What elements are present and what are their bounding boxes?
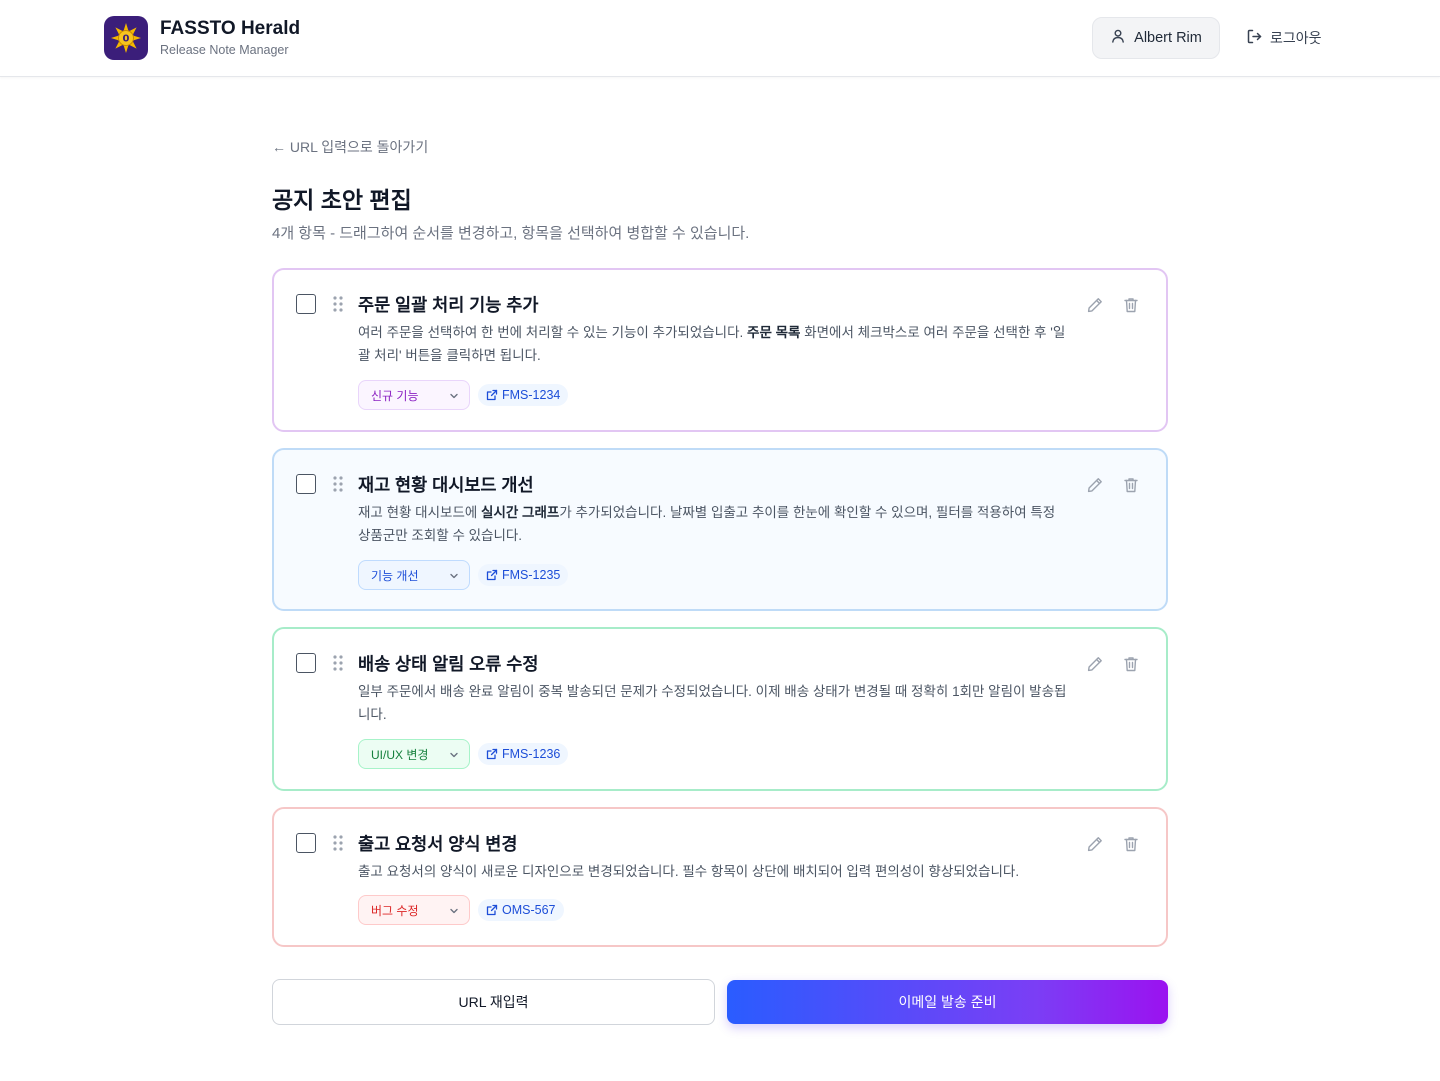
release-note-card[interactable]: 배송 상태 알림 오류 수정일부 주문에서 배송 완료 알림이 중복 발송되던 … [272, 627, 1168, 791]
external-link-icon [486, 904, 498, 916]
category-select[interactable]: 기능 개선 [358, 560, 470, 590]
trash-icon [1122, 655, 1140, 678]
external-link-icon [486, 389, 498, 401]
chevron-down-icon [448, 390, 460, 405]
reenter-url-button[interactable]: URL 재입력 [272, 979, 715, 1025]
category-select[interactable]: 버그 수정 [358, 895, 470, 925]
edit-item-button[interactable] [1084, 296, 1106, 318]
page-title: 공지 초안 편집 [272, 187, 412, 213]
item-body-text: 재고 현황 대시보드에 [358, 505, 482, 520]
category-select[interactable]: UI/UX 변경 [358, 739, 470, 769]
item-select-checkbox[interactable] [296, 653, 316, 673]
drag-handle-icon[interactable] [332, 654, 344, 672]
back-to-url-input-link[interactable]: ← URL 입력으로 돌아가기 [272, 137, 428, 157]
user-profile-button[interactable]: Albert Rim [1092, 17, 1220, 59]
item-select-checkbox[interactable] [296, 294, 316, 314]
item-select-checkbox[interactable] [296, 474, 316, 494]
item-title[interactable]: 출고 요청서 양식 변경 [358, 831, 518, 856]
pencil-icon [1086, 296, 1104, 319]
item-body-text: 여러 주문을 선택하여 한 번에 처리할 수 있는 기능이 추가되었습니다. [358, 325, 748, 340]
delete-item-button[interactable] [1120, 655, 1142, 677]
chevron-down-icon [448, 749, 460, 764]
chevron-down-icon [448, 905, 460, 920]
release-note-card[interactable]: 주문 일괄 처리 기능 추가여러 주문을 선택하여 한 번에 처리할 수 있는 … [272, 268, 1168, 432]
logout-icon [1246, 28, 1263, 48]
category-select[interactable]: 신규 기능 [358, 380, 470, 410]
item-title[interactable]: 재고 현황 대시보드 개선 [358, 472, 534, 497]
item-body-bold-text: 주문 목록 [747, 325, 801, 340]
category-selected-value: 기능 개선 [371, 568, 419, 583]
page-description: 4개 항목 - 드래그하여 순서를 변경하고, 항목을 선택하여 병합할 수 있… [272, 225, 750, 242]
ticket-link[interactable]: FMS-1234 [478, 384, 569, 406]
item-title[interactable]: 배송 상태 알림 오류 수정 [358, 651, 538, 676]
edit-item-button[interactable] [1084, 835, 1106, 857]
drag-handle-icon[interactable] [332, 295, 344, 313]
item-body-text: 출고 요청서의 양식이 새로운 디자인으로 변경되었습니다. 필수 항목이 상단… [358, 864, 1020, 879]
edit-item-button[interactable] [1084, 476, 1106, 498]
item-body-bold-text: 실시간 그래프 [481, 505, 560, 520]
release-note-card[interactable]: 출고 요청서 양식 변경출고 요청서의 양식이 새로운 디자인으로 변경되었습니… [272, 807, 1168, 947]
logout-label: 로그아웃 [1270, 30, 1322, 46]
chevron-down-icon [448, 570, 460, 585]
ticket-id: FMS-1235 [502, 568, 561, 582]
app-subtitle: Release Note Manager [160, 43, 289, 57]
item-body[interactable]: 재고 현황 대시보드에 실시간 그래프가 추가되었습니다. 날짜별 입출고 추이… [358, 502, 1070, 547]
item-body[interactable]: 일부 주문에서 배송 완료 알림이 중복 발송되던 문제가 수정되었습니다. 이… [358, 681, 1070, 726]
brand[interactable]: 0 FASSTO Herald Release Note Manager [104, 16, 300, 60]
top-navigation-bar: 0 FASSTO Herald Release Note Manager Alb… [0, 0, 1440, 77]
user-name: Albert Rim [1134, 30, 1202, 46]
item-body[interactable]: 여러 주문을 선택하여 한 번에 처리할 수 있는 기능이 추가되었습니다. 주… [358, 322, 1070, 367]
category-selected-value: 신규 기능 [371, 388, 419, 403]
ticket-link[interactable]: OMS-567 [478, 899, 564, 921]
pencil-icon [1086, 835, 1104, 858]
delete-item-button[interactable] [1120, 835, 1142, 857]
category-selected-value: UI/UX 변경 [371, 747, 429, 762]
category-selected-value: 버그 수정 [371, 903, 419, 918]
logout-button[interactable]: 로그아웃 [1246, 26, 1322, 50]
external-link-icon [486, 748, 498, 760]
prepare-email-button[interactable]: 이메일 발송 준비 [727, 980, 1168, 1024]
trash-icon [1122, 476, 1140, 499]
ticket-id: FMS-1234 [502, 388, 561, 402]
drag-handle-icon[interactable] [332, 475, 344, 493]
release-note-card[interactable]: 재고 현황 대시보드 개선재고 현황 대시보드에 실시간 그래프가 추가되었습니… [272, 448, 1168, 611]
pencil-icon [1086, 655, 1104, 678]
ticket-id: FMS-1236 [502, 747, 561, 761]
item-title[interactable]: 주문 일괄 처리 기능 추가 [358, 292, 538, 317]
app-title: FASSTO Herald [160, 18, 301, 39]
external-link-icon [486, 569, 498, 581]
edit-item-button[interactable] [1084, 655, 1106, 677]
item-body-text: 일부 주문에서 배송 완료 알림이 중복 발송되던 문제가 수정되었습니다. 이… [358, 684, 1067, 722]
delete-item-button[interactable] [1120, 476, 1142, 498]
delete-item-button[interactable] [1120, 296, 1142, 318]
pencil-icon [1086, 476, 1104, 499]
trash-icon [1122, 835, 1140, 858]
drag-handle-icon[interactable] [332, 834, 344, 852]
ticket-link[interactable]: FMS-1236 [478, 743, 569, 765]
svg-text:0: 0 [123, 34, 130, 45]
user-icon [1110, 28, 1126, 48]
item-select-checkbox[interactable] [296, 833, 316, 853]
ticket-link[interactable]: FMS-1235 [478, 564, 569, 586]
item-body[interactable]: 출고 요청서의 양식이 새로운 디자인으로 변경되었습니다. 필수 항목이 상단… [358, 861, 1070, 884]
ticket-id: OMS-567 [502, 903, 556, 917]
trash-icon [1122, 296, 1140, 319]
app-logo-icon: 0 [104, 16, 148, 60]
